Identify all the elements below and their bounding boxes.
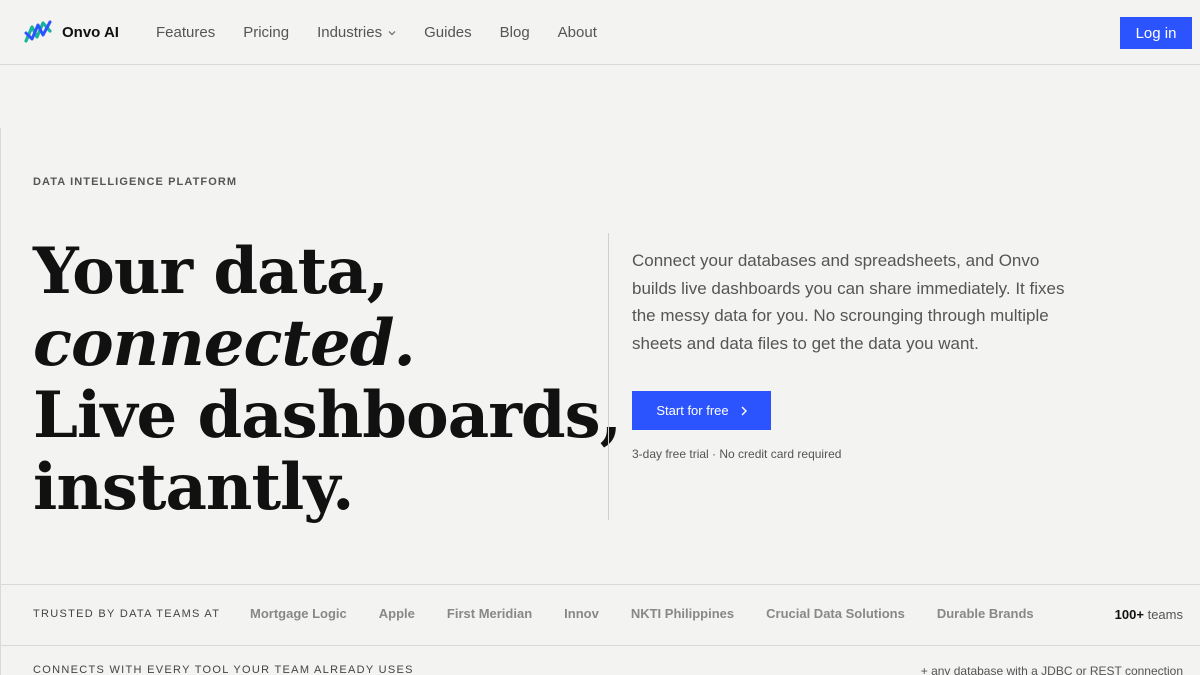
nav-link-industries[interactable]: Industries: [317, 24, 396, 41]
login-button[interactable]: Log in: [1120, 17, 1192, 49]
nav-links: Features Pricing Industries Guides Blog …: [156, 0, 625, 65]
chevron-right-icon: [741, 406, 747, 415]
brand-crucial-data-solutions: Crucial Data Solutions: [766, 606, 905, 621]
headline-line-1: Your data,: [33, 234, 389, 309]
teams-count: 100+ teams: [1115, 607, 1183, 622]
hero-eyebrow: DATA INTELLIGENCE PLATFORM: [33, 176, 238, 188]
hero-vertical-divider: [608, 233, 609, 520]
nav-link-guides[interactable]: Guides: [424, 24, 472, 41]
trusted-by-strip: TRUSTED BY DATA TEAMS AT Mortgage Logic …: [0, 584, 1200, 646]
trusted-label: TRUSTED BY DATA TEAMS AT: [33, 608, 221, 620]
brand-mortgage-logic: Mortgage Logic: [250, 606, 347, 621]
teams-count-suffix: teams: [1147, 607, 1183, 622]
nav-link-pricing[interactable]: Pricing: [243, 24, 289, 41]
chevron-down-icon: [388, 30, 396, 35]
headline-line-4: instantly.: [33, 450, 354, 525]
headline-line-3: Live dashboards,: [33, 378, 622, 453]
trial-note: 3-day free trial · No credit card requir…: [632, 447, 842, 461]
headline-line-2: connected.: [33, 306, 416, 381]
teams-count-number: 100+: [1114, 607, 1144, 622]
brand-name: Onvo AI: [62, 23, 119, 41]
brand-first-meridian: First Meridian: [446, 606, 533, 621]
hero-description: Connect your databases and spreadsheets,…: [632, 251, 1065, 353]
brand-innov: Innov: [564, 606, 599, 621]
brand-logo[interactable]: Onvo AI: [24, 19, 119, 45]
brand-nkti-philippines: NKTI Philippines: [630, 606, 735, 621]
connects-note: + any database with a JDBC or REST conne…: [920, 664, 1183, 675]
connects-label: CONNECTS WITH EVERY TOOL YOUR TEAM ALREA…: [33, 664, 414, 675]
start-for-free-button[interactable]: Start for free: [632, 391, 771, 430]
brand-durable-brands: Durable Brands: [936, 606, 1034, 621]
start-for-free-label: Start for free: [656, 403, 729, 418]
nav-link-about[interactable]: About: [558, 24, 597, 41]
onvo-wave-logo-icon: [24, 20, 52, 43]
nav-link-blog[interactable]: Blog: [500, 24, 530, 41]
hero-headline: Your data, connected. Live dashboards, i…: [33, 234, 622, 525]
brand-apple: Apple: [378, 606, 415, 621]
top-navigation: Onvo AI Features Pricing Industries Guid…: [0, 0, 1200, 65]
nav-link-features[interactable]: Features: [156, 24, 215, 41]
nav-link-industries-label: Industries: [317, 24, 383, 41]
brand-list: Mortgage Logic Apple First Meridian Inno…: [250, 606, 1066, 621]
